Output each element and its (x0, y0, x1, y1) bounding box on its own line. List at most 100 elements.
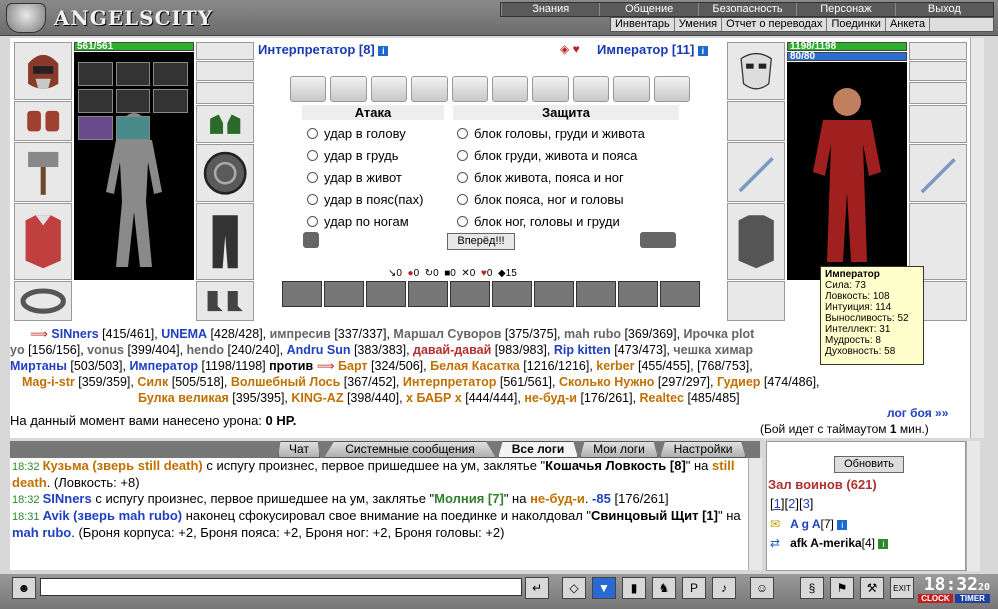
radio-button[interactable] (457, 216, 468, 227)
chat-highlight[interactable]: Свинцовый Щит [1] (591, 508, 718, 523)
player-name[interactable]: Mag-i-str (22, 375, 75, 389)
exit-icon[interactable]: EXIT (890, 577, 914, 599)
player-name[interactable]: Интерпретатор (403, 375, 497, 389)
submenu-profile[interactable]: Анкета (886, 18, 931, 31)
private-icon[interactable]: P (682, 577, 706, 599)
run-icon[interactable]: ♞ (652, 577, 676, 599)
right-helmet-slot[interactable] (727, 42, 785, 100)
menu-communication[interactable]: Общение (599, 3, 697, 16)
radio-button[interactable] (307, 194, 318, 205)
right-rings-slot[interactable] (909, 82, 967, 104)
quest-icon[interactable]: ⚑ (830, 577, 854, 599)
spell-slot[interactable] (115, 89, 151, 113)
right-offhand-slot[interactable] (909, 144, 967, 202)
submenu-inventory[interactable]: Инвентарь (611, 18, 675, 31)
amulet-slot[interactable] (196, 61, 254, 81)
scroll-slot[interactable] (370, 76, 408, 102)
spell-slot[interactable] (115, 62, 151, 86)
battle-log-link[interactable]: лог боя »» (887, 406, 948, 420)
panel-scrollbar[interactable] (966, 441, 980, 571)
scroll-slot[interactable] (492, 76, 529, 102)
scroll-slot[interactable] (290, 76, 327, 102)
player-name[interactable]: yo (10, 343, 25, 357)
player-name[interactable]: не-буд-и (524, 391, 577, 405)
right-gloves-slot[interactable] (909, 105, 967, 143)
rings-slot[interactable] (196, 82, 254, 104)
player-name[interactable]: давай-давай (413, 343, 491, 357)
player-name[interactable]: Andru Sun (287, 343, 351, 357)
player-name[interactable]: Волшебный Лось (231, 375, 340, 389)
left-shield-icon[interactable] (303, 232, 319, 248)
right-bracers-slot[interactable] (727, 101, 785, 141)
tab-all-logs[interactable]: Все логи (498, 441, 578, 458)
player-name[interactable]: Император (129, 359, 198, 373)
chat-highlight[interactable]: Молния [7] (434, 491, 504, 506)
scroll-slot[interactable] (572, 76, 610, 102)
spell-slot[interactable] (153, 62, 188, 86)
submenu-fights[interactable]: Поединки (827, 18, 886, 31)
timer-label[interactable]: TIMER (955, 594, 990, 603)
attack-option-belly[interactable]: удар в живот (307, 170, 402, 185)
right-weapon-slot[interactable] (727, 142, 785, 202)
attack-option-waist[interactable]: удар в пояс(пах) (307, 192, 423, 207)
player-name[interactable]: Rip kitten (554, 343, 611, 357)
chat-highlight[interactable]: SINners (43, 491, 92, 506)
player-name[interactable]: vonus (87, 343, 124, 357)
clock-label[interactable]: CLOCK (918, 594, 953, 603)
refresh-button[interactable]: Обновить (834, 456, 904, 473)
scroll-slot[interactable] (613, 76, 650, 102)
forward-button[interactable]: Вперёд!!! (447, 233, 515, 250)
defense-option-5[interactable]: блок ног, головы и груди (457, 214, 620, 229)
spell-slot[interactable] (153, 89, 188, 113)
scroll-slot[interactable] (411, 76, 448, 102)
gloves-slot[interactable] (196, 105, 254, 143)
menu-knowledge[interactable]: Знания (501, 3, 599, 16)
spell-slot[interactable] (78, 116, 113, 140)
filter-icon[interactable]: ▼ (592, 577, 616, 599)
player-name[interactable]: чешка (673, 343, 711, 357)
inventory-icon[interactable]: ⚒ (860, 577, 884, 599)
scroll-icon[interactable]: § (800, 577, 824, 599)
main-scrollbar[interactable] (970, 38, 984, 438)
player-name[interactable]: KING-AZ (291, 391, 343, 405)
scroll-slot[interactable] (653, 76, 691, 102)
action-slot[interactable] (324, 281, 364, 307)
attack-option-legs[interactable]: удар по ногам (307, 214, 409, 229)
chat-scrollbar[interactable] (748, 458, 762, 570)
player-name[interactable]: hendo (187, 343, 225, 357)
chat-highlight[interactable]: -85 (592, 491, 611, 506)
right-fighter-name[interactable]: Император [11] i (597, 42, 708, 57)
right-avatar[interactable] (787, 62, 907, 280)
radio-button[interactable] (457, 128, 468, 139)
info-icon[interactable]: i (878, 538, 889, 549)
tab-settings[interactable]: Настройки (660, 441, 746, 458)
chat-highlight[interactable]: mah rubo (12, 525, 71, 540)
earrings-slot[interactable] (196, 42, 254, 60)
player-name[interactable]: Белая Касатка (430, 359, 520, 373)
submenu-skills[interactable]: Умения (675, 18, 723, 31)
armor-slot[interactable] (14, 203, 72, 280)
bracers-slot[interactable] (14, 101, 72, 141)
smiley-face-icon[interactable]: ☻ (12, 577, 36, 599)
player-name[interactable]: Realtec (640, 391, 684, 405)
radio-button[interactable] (307, 128, 318, 139)
action-slot[interactable] (576, 281, 616, 307)
player-name[interactable]: Ирочка (684, 327, 728, 341)
chat-highlight[interactable]: не-буд-и (530, 491, 585, 506)
player-name[interactable]: Сколько Нужно (559, 375, 654, 389)
right-earrings-slot[interactable] (909, 42, 967, 60)
page-link[interactable]: 1 (774, 496, 781, 511)
player-name[interactable]: импресив (270, 327, 331, 341)
page-link[interactable]: 3 (803, 496, 810, 511)
game-logo[interactable]: ANGELSCITY (4, 2, 264, 34)
emoticon-icon[interactable]: ☺ (750, 577, 774, 599)
user-row[interactable]: ✉ A g A[7] i (770, 517, 848, 531)
spell-slot[interactable] (78, 62, 113, 86)
radio-button[interactable] (457, 172, 468, 183)
action-slot[interactable] (492, 281, 532, 307)
action-slot[interactable] (534, 281, 574, 307)
menu-exit[interactable]: Выход (894, 3, 993, 16)
chat-highlight[interactable]: Кошачья Ловкость [8] (545, 458, 686, 473)
right-amulet-slot[interactable] (909, 61, 967, 81)
submenu-transfers[interactable]: Отчет о переводах (722, 18, 828, 31)
